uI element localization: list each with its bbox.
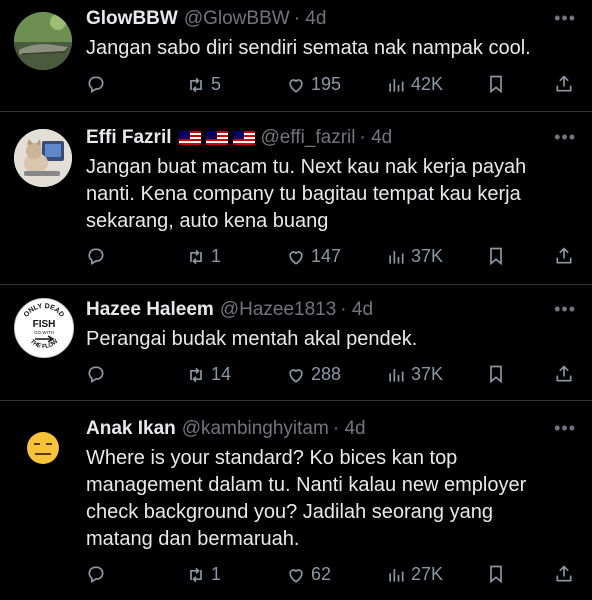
display-name[interactable]: GlowBBW — [86, 8, 178, 30]
user-handle[interactable]: @GlowBBW — [184, 8, 290, 30]
user-handle[interactable]: @Hazee1813 — [220, 299, 336, 321]
like-button[interactable]: 62 — [286, 564, 331, 585]
like-count: 288 — [311, 364, 342, 384]
views-icon — [389, 78, 404, 92]
heart-icon — [289, 368, 303, 383]
retweet-button[interactable]: 5 — [186, 74, 221, 95]
timestamp[interactable]: · 4d — [360, 127, 393, 149]
avatar[interactable] — [14, 129, 72, 187]
reply-button[interactable] — [86, 246, 111, 266]
view-count: 37K — [411, 246, 444, 266]
reply-button[interactable] — [86, 564, 111, 584]
views-button[interactable]: 27K — [386, 564, 443, 585]
heart-icon — [289, 78, 303, 93]
tweet[interactable]: GlowBBW @GlowBBW · 4d ••• Jangan sabo di… — [0, 0, 592, 112]
view-count: 37K — [411, 364, 444, 384]
retweet-count: 14 — [211, 364, 232, 384]
bookmark-icon — [490, 365, 502, 384]
reply-icon — [88, 76, 104, 93]
bookmark-button[interactable] — [486, 364, 511, 384]
retweet-count: 1 — [211, 246, 222, 266]
view-count: 27K — [411, 564, 444, 584]
tweet[interactable]: Anak Ikan @kambinghyitam · 4d ••• Where … — [0, 401, 592, 600]
display-name[interactable]: Anak Ikan — [86, 418, 176, 440]
views-icon — [389, 250, 404, 264]
retweet-icon — [190, 567, 202, 582]
share-icon — [556, 75, 572, 92]
like-count: 147 — [311, 246, 342, 266]
timestamp[interactable]: · 4d — [340, 299, 373, 321]
bookmark-icon — [490, 75, 502, 94]
display-name[interactable]: Effi Fazril — [86, 127, 172, 149]
bookmark-button[interactable] — [486, 74, 511, 94]
share-button[interactable] — [554, 364, 579, 384]
tweet[interactable]: ONLY DEAD FISH GO WITH THE FLOW Hazee Ha… — [0, 285, 592, 401]
only-dead-fish-logo: ONLY DEAD FISH GO WITH THE FLOW — [16, 300, 72, 356]
tweet-text: Where is your standard? Ko bices kan top… — [86, 447, 527, 550]
malaysia-flag-icon — [205, 131, 228, 145]
like-count: 62 — [311, 564, 332, 584]
cat-laptop-icon — [14, 129, 72, 187]
tweet[interactable]: Effi Fazril @effi_fazril · 4d ••• Jangan… — [0, 112, 592, 285]
share-icon — [556, 247, 572, 264]
tweet-text: Jangan sabo diri sendiri semata nak namp… — [86, 37, 531, 59]
more-options-icon[interactable]: ••• — [554, 127, 576, 148]
views-button[interactable]: 37K — [386, 246, 443, 267]
reply-button[interactable] — [86, 364, 111, 384]
crocodile-photo-icon — [14, 12, 72, 70]
bookmark-button[interactable] — [486, 246, 511, 266]
views-button[interactable]: 37K — [386, 364, 443, 385]
like-button[interactable]: 195 — [286, 74, 341, 95]
reply-button[interactable] — [86, 74, 111, 94]
views-icon — [389, 568, 404, 582]
timestamp[interactable]: · 4d — [333, 418, 366, 440]
logo-sub-text: GO WITH — [34, 330, 54, 335]
heart-icon — [289, 568, 303, 583]
tweet-text: Perangai budak mentah akal pendek. — [86, 328, 418, 350]
reply-icon — [88, 566, 104, 583]
display-name[interactable]: Hazee Haleem — [86, 299, 214, 321]
user-handle[interactable]: @effi_fazril — [261, 127, 356, 149]
heart-icon — [289, 250, 303, 265]
views-icon — [389, 368, 404, 382]
avatar[interactable] — [14, 419, 72, 477]
logo-mid-text: FISH — [33, 319, 56, 330]
views-button[interactable]: 42K — [386, 74, 443, 95]
more-options-icon[interactable]: ••• — [554, 8, 576, 29]
more-options-icon[interactable]: ••• — [554, 299, 576, 320]
retweet-button[interactable]: 14 — [186, 364, 231, 385]
reply-icon — [88, 366, 104, 383]
avatar[interactable] — [14, 12, 72, 70]
expressionless-emoji-icon — [14, 419, 72, 477]
share-button[interactable] — [554, 564, 579, 584]
like-button[interactable]: 288 — [286, 364, 341, 385]
retweet-button[interactable]: 1 — [186, 564, 221, 585]
view-count: 42K — [411, 74, 444, 94]
share-button[interactable] — [554, 246, 579, 266]
retweet-count: 1 — [211, 564, 222, 584]
bookmark-icon — [490, 565, 502, 584]
bookmark-button[interactable] — [486, 564, 511, 584]
retweet-icon — [190, 77, 202, 92]
retweet-button[interactable]: 1 — [186, 246, 221, 267]
tweet-text: Jangan buat macam tu. Next kau nak kerja… — [86, 156, 527, 232]
like-button[interactable]: 147 — [286, 246, 341, 267]
bookmark-icon — [490, 247, 502, 266]
share-button[interactable] — [554, 74, 579, 94]
reply-icon — [88, 248, 104, 265]
share-icon — [556, 565, 572, 582]
retweet-icon — [190, 249, 202, 264]
avatar[interactable]: ONLY DEAD FISH GO WITH THE FLOW — [14, 298, 74, 358]
malaysia-flag-icon — [178, 131, 201, 145]
malaysia-flag-icon — [232, 131, 255, 145]
user-handle[interactable]: @kambinghyitam — [182, 418, 329, 440]
share-icon — [556, 365, 572, 382]
retweet-icon — [190, 367, 202, 382]
retweet-count: 5 — [211, 74, 222, 94]
like-count: 195 — [311, 74, 342, 94]
timestamp[interactable]: · 4d — [294, 8, 327, 30]
more-options-icon[interactable]: ••• — [554, 418, 576, 439]
